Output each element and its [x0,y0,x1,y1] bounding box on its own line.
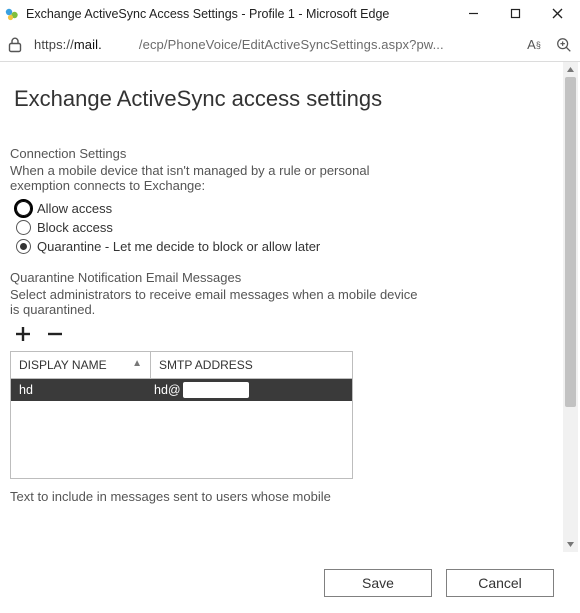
admins-table: DISPLAY NAME ▲ SMTP ADDRESS [10,351,353,379]
radio-icon [16,239,31,254]
quarantine-label: Quarantine Notification Email Messages [10,270,557,285]
address-bar: https://mail. /ecp/PhoneVoice/EditActive… [0,28,580,62]
col-display-name[interactable]: DISPLAY NAME ▲ [11,352,151,379]
col-label: DISPLAY NAME [19,358,107,372]
maximize-button[interactable] [494,0,536,28]
cell-display-name: hd [11,383,150,397]
connection-settings-help: When a mobile device that isn't managed … [10,163,430,193]
dialog-button-bar: Save Cancel [0,552,580,612]
url-scheme: https:// [34,37,74,52]
connection-settings-label: Connection Settings [10,146,557,161]
sort-asc-icon: ▲ [132,358,142,369]
save-button[interactable]: Save [324,569,432,597]
remove-admin-button[interactable] [44,323,66,345]
read-aloud-icon[interactable]: A§ [524,35,544,55]
col-smtp-address[interactable]: SMTP ADDRESS [151,352,353,379]
close-button[interactable] [536,0,578,28]
radio-icon [16,220,31,235]
admins-table-body[interactable]: hd hd@ [10,379,353,479]
url-display[interactable]: https://mail. /ecp/PhoneVoice/EditActive… [34,37,514,52]
scroll-down-icon[interactable] [563,537,578,552]
radio-allow-access[interactable]: Allow access [16,199,557,218]
vertical-scrollbar[interactable] [563,62,578,552]
url-path: /ecp/PhoneVoice/EditActiveSyncSettings.a… [102,37,444,52]
quarantine-help: Select administrators to receive email m… [10,287,430,317]
connection-radio-group: Allow access Block access Quarantine - L… [16,199,557,256]
radio-quarantine[interactable]: Quarantine - Let me decide to block or a… [16,237,557,256]
redacted-text [183,382,249,398]
add-admin-button[interactable] [12,323,34,345]
table-row[interactable]: hd hd@ [11,379,352,401]
site-lock-icon[interactable] [6,36,24,54]
smtp-prefix: hd@ [154,383,181,397]
window-title: Exchange ActiveSync Access Settings - Pr… [26,7,452,21]
radio-block-access[interactable]: Block access [16,218,557,237]
page-content: Exchange ActiveSync access settings Conn… [0,62,563,552]
radio-label: Block access [37,220,113,235]
url-host: mail. [74,37,102,52]
app-icon [4,6,20,22]
scroll-up-icon[interactable] [563,62,578,77]
scrollbar-thumb[interactable] [565,77,576,407]
radio-icon [16,201,31,216]
radio-label: Quarantine - Let me decide to block or a… [37,239,320,254]
radio-label: Allow access [37,201,112,216]
cancel-button[interactable]: Cancel [446,569,554,597]
admins-list-toolbar [12,323,557,345]
window-buttons [452,0,578,28]
minimize-button[interactable] [452,0,494,28]
zoom-in-icon[interactable] [554,35,574,55]
window-titlebar: Exchange ActiveSync Access Settings - Pr… [0,0,580,28]
col-label: SMTP ADDRESS [159,358,253,372]
page-title: Exchange ActiveSync access settings [14,86,557,112]
cell-smtp-address: hd@ [150,382,352,398]
message-text-label: Text to include in messages sent to user… [10,489,557,504]
